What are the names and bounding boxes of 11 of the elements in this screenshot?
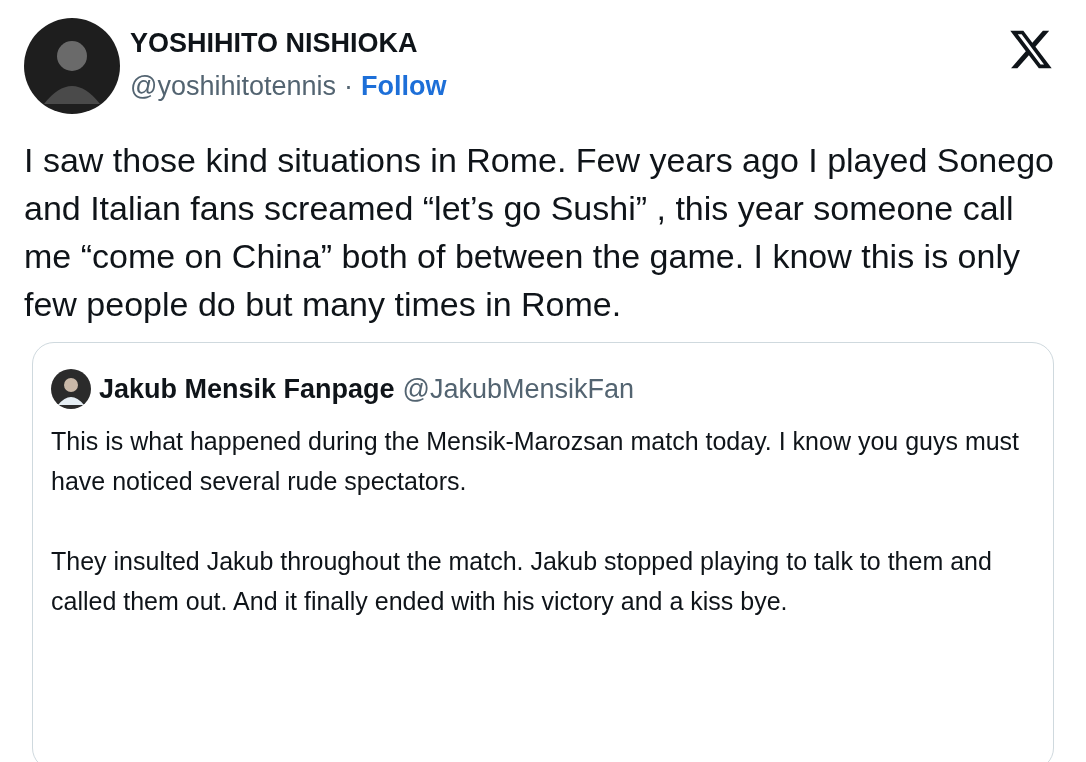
separator: · [344, 71, 354, 102]
quoted-tweet-text: This is what happened during the Mensik-Marozsan match today. I know you guys must have noticed several rude spectators. [51, 426, 1021, 497]
quoted-author-handle[interactable]: @JakubMensikFan [402, 373, 635, 405]
avatar-icon[interactable] [24, 18, 120, 114]
follow-link[interactable]: Follow [361, 71, 447, 102]
avatar-icon[interactable] [51, 369, 91, 409]
quoted-tweet-text: They insulted Jakub throughout the match. Jakub stopped playing to talk to them and called them out. And it finally ended with his victory and a kiss bye. [51, 546, 993, 617]
quoted-author-name[interactable]: Jakub Mensik Fanpage [99, 373, 395, 405]
author-handle[interactable]: @yoshihitotennis [130, 71, 337, 102]
author-name[interactable]: YOSHIHITO NISHIOKA [130, 28, 998, 59]
tweet-text: I saw those kind situations in Rome. Few years ago I played Sonego and Italian fans screamed “let’s go Sushi” , this year someone call me “come on China” both of between the game. I know this is only few people do but many times in Rome. [24, 140, 1055, 325]
